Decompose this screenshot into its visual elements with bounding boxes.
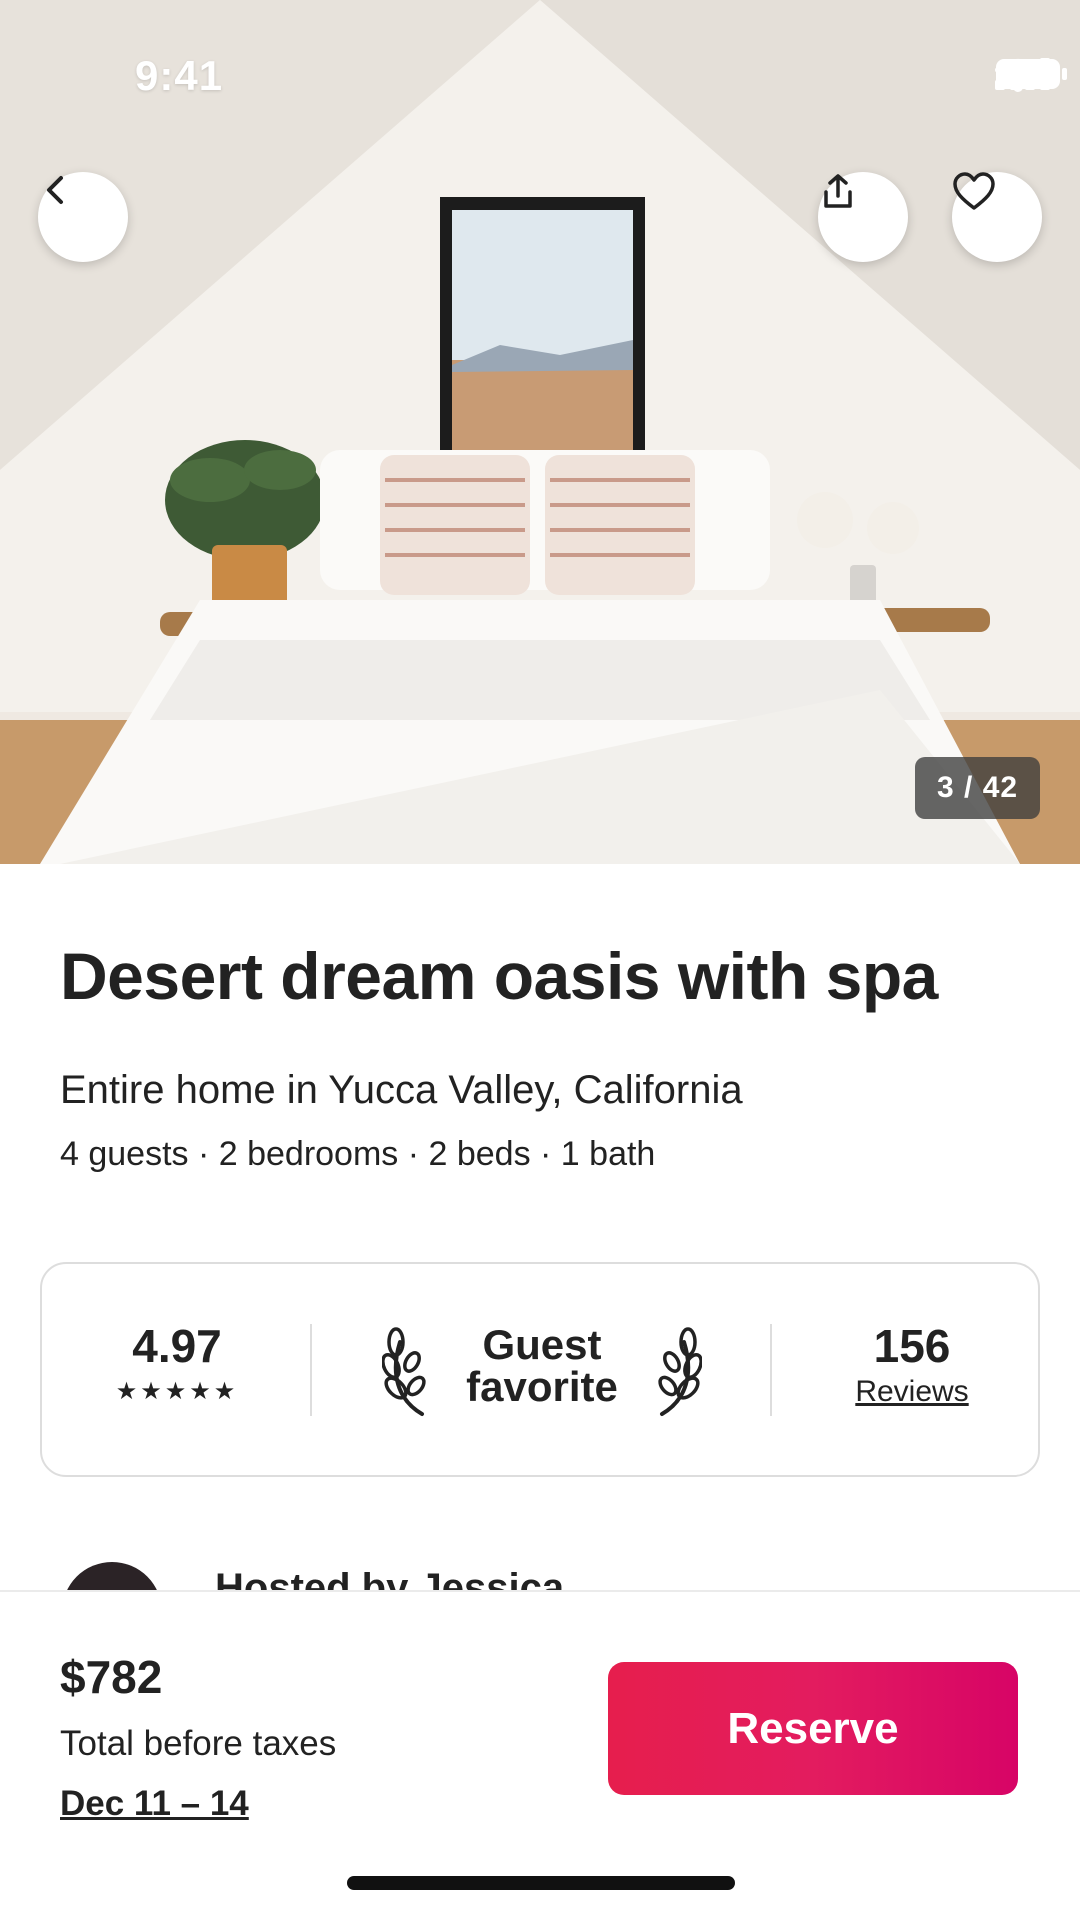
divider bbox=[310, 1324, 312, 1416]
laurel-right-icon bbox=[658, 1327, 702, 1416]
share-icon bbox=[824, 174, 852, 208]
laurel-left-icon bbox=[382, 1327, 426, 1416]
reviews-block[interactable]: 156 Reviews bbox=[832, 1319, 992, 1409]
price-note: Total before taxes bbox=[60, 1724, 337, 1763]
status-time: 9:41 bbox=[135, 52, 224, 99]
listing-subtitle: Entire home in Yucca Valley, California bbox=[60, 1068, 743, 1112]
divider bbox=[770, 1324, 772, 1416]
booking-footer: $782 Total before taxes Dec 11 – 14 Rese… bbox=[0, 1590, 1080, 1920]
status-bar: 9:41 bbox=[0, 0, 1080, 150]
listing-photo[interactable]: 9:41 3 / 42 bbox=[0, 0, 1080, 864]
save-favorite-button[interactable] bbox=[952, 172, 1042, 262]
stay-dates-link[interactable]: Dec 11 – 14 bbox=[60, 1784, 249, 1824]
listing-details: 4 guests · 2 bedrooms · 2 beds · 1 bath bbox=[60, 1135, 656, 1173]
back-button[interactable] bbox=[38, 172, 128, 262]
reviews-link[interactable]: Reviews bbox=[832, 1375, 992, 1409]
rating-summary-card[interactable]: 4.97 ★★★★★ Guest favorite 156 Reviews bbox=[40, 1262, 1040, 1477]
guest-favorite-label: Guest favorite bbox=[466, 1321, 618, 1410]
star-rating-icon: ★★★★★ bbox=[115, 1378, 239, 1405]
rating-block: 4.97 ★★★★★ bbox=[97, 1319, 257, 1406]
rating-value: 4.97 bbox=[132, 1320, 222, 1372]
home-indicator bbox=[347, 1876, 735, 1890]
listing-title: Desert dream oasis with spa bbox=[60, 939, 938, 1013]
chevron-left-icon bbox=[47, 176, 63, 204]
reserve-button[interactable]: Reserve bbox=[608, 1662, 1018, 1795]
total-price: $782 bbox=[60, 1651, 163, 1703]
share-button[interactable] bbox=[818, 172, 908, 262]
heart-icon bbox=[953, 172, 995, 210]
reviews-count: 156 bbox=[873, 1320, 951, 1372]
photo-counter: 3 / 42 bbox=[915, 757, 1041, 819]
battery-icon bbox=[996, 59, 1067, 89]
guest-favorite-badge: Guest favorite bbox=[382, 1316, 702, 1426]
